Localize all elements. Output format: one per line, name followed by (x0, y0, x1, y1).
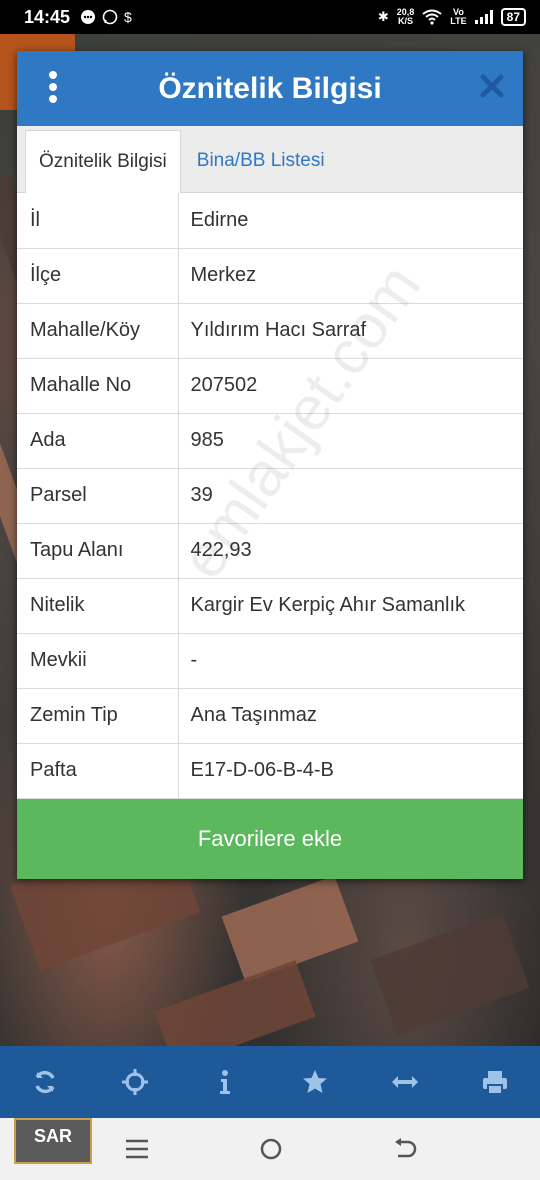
star-icon[interactable] (295, 1062, 335, 1102)
home-icon[interactable] (256, 1136, 286, 1162)
row-key: Mahalle/Köy (17, 303, 179, 359)
table-row: Mahalle/Köy Yıldırım Hacı Sarraf (17, 303, 523, 359)
row-key: İlçe (17, 248, 179, 304)
row-value: Yıldırım Hacı Sarraf (178, 303, 523, 359)
recent-apps-icon[interactable] (122, 1136, 152, 1162)
row-value: 39 (178, 468, 523, 524)
back-icon[interactable] (390, 1136, 420, 1162)
table-row: Mahalle No 207502 (17, 358, 523, 414)
row-value: Merkez (178, 248, 523, 304)
row-key: Mahalle No (17, 358, 179, 414)
row-value: Kargir Ev Kerpiç Ahır Samanlık (178, 578, 523, 634)
attribute-info-dialog: Öznitelik Bilgisi Öznitelik Bilgisi Bina… (17, 51, 523, 879)
measure-icon[interactable] (385, 1062, 425, 1102)
row-key: Ada (17, 413, 179, 469)
system-nav-bar: SAR (0, 1118, 540, 1180)
locate-icon[interactable] (115, 1062, 155, 1102)
row-key: İl (17, 193, 179, 249)
row-value: Ana Taşınmaz (178, 688, 523, 744)
tab-attribute-info[interactable]: Öznitelik Bilgisi (25, 130, 181, 193)
info-icon[interactable] (205, 1062, 245, 1102)
dialog-tabs: Öznitelik Bilgisi Bina/BB Listesi (17, 126, 523, 193)
row-value: E17-D-06-B-4-B (178, 743, 523, 799)
attribute-table: İl Edirne İlçe Merkez Mahalle/Köy Yıldırım … (17, 193, 523, 799)
close-icon[interactable] (479, 73, 505, 99)
table-row: Pafta E17-D-06-B-4-B (17, 743, 523, 799)
dialog-title: Öznitelik Bilgisi (158, 71, 382, 105)
table-row: Parsel 39 (17, 468, 523, 524)
row-key: Parsel (17, 468, 179, 524)
row-value: 985 (178, 413, 523, 469)
message-icon (81, 10, 96, 24)
table-row: Mevkii - (17, 633, 523, 689)
row-value: Edirne (178, 193, 523, 249)
refresh-icon[interactable] (25, 1062, 65, 1102)
map-toolbar (0, 1046, 540, 1118)
more-vert-icon[interactable] (47, 71, 59, 103)
row-value: 422,93 (178, 523, 523, 579)
table-row: Tapu Alanı 422,93 (17, 523, 523, 579)
row-value: 207502 (178, 358, 523, 414)
table-row: İlçe Merkez (17, 248, 523, 304)
row-key: Tapu Alanı (17, 523, 179, 579)
row-key: Pafta (17, 743, 179, 799)
tab-building-list[interactable]: Bina/BB Listesi (181, 130, 338, 192)
table-row: Zemin Tip Ana Taşınmaz (17, 688, 523, 744)
row-key: Mevkii (17, 633, 179, 689)
print-icon[interactable] (475, 1062, 515, 1102)
dialog-header: Öznitelik Bilgisi (17, 51, 523, 126)
status-bar: 14:45 $ ✱ 20,8 K/S Vo LTE 87 (0, 0, 540, 34)
bluetooth-icon: ✱ (377, 9, 389, 24)
net-speed: 20,8 K/S (396, 7, 415, 26)
signal-icon (474, 10, 493, 24)
row-value: - (178, 633, 523, 689)
battery-level: 87 (500, 8, 526, 26)
wifi-icon (422, 9, 442, 25)
status-time: 14:45 (24, 6, 71, 27)
sar-logo: SAR (14, 1118, 92, 1164)
add-favorite-button[interactable]: Favorilere ekle (17, 799, 523, 879)
table-row: Ada 985 (17, 413, 523, 469)
dollar-icon: $ (124, 9, 132, 25)
network-type: Vo LTE (450, 7, 467, 26)
table-row: İl Edirne (17, 193, 523, 249)
table-row: Nitelik Kargir Ev Kerpiç Ahır Samanlık (17, 578, 523, 634)
row-key: Nitelik (17, 578, 179, 634)
whatsapp-icon (102, 9, 118, 25)
row-key: Zemin Tip (17, 688, 179, 744)
